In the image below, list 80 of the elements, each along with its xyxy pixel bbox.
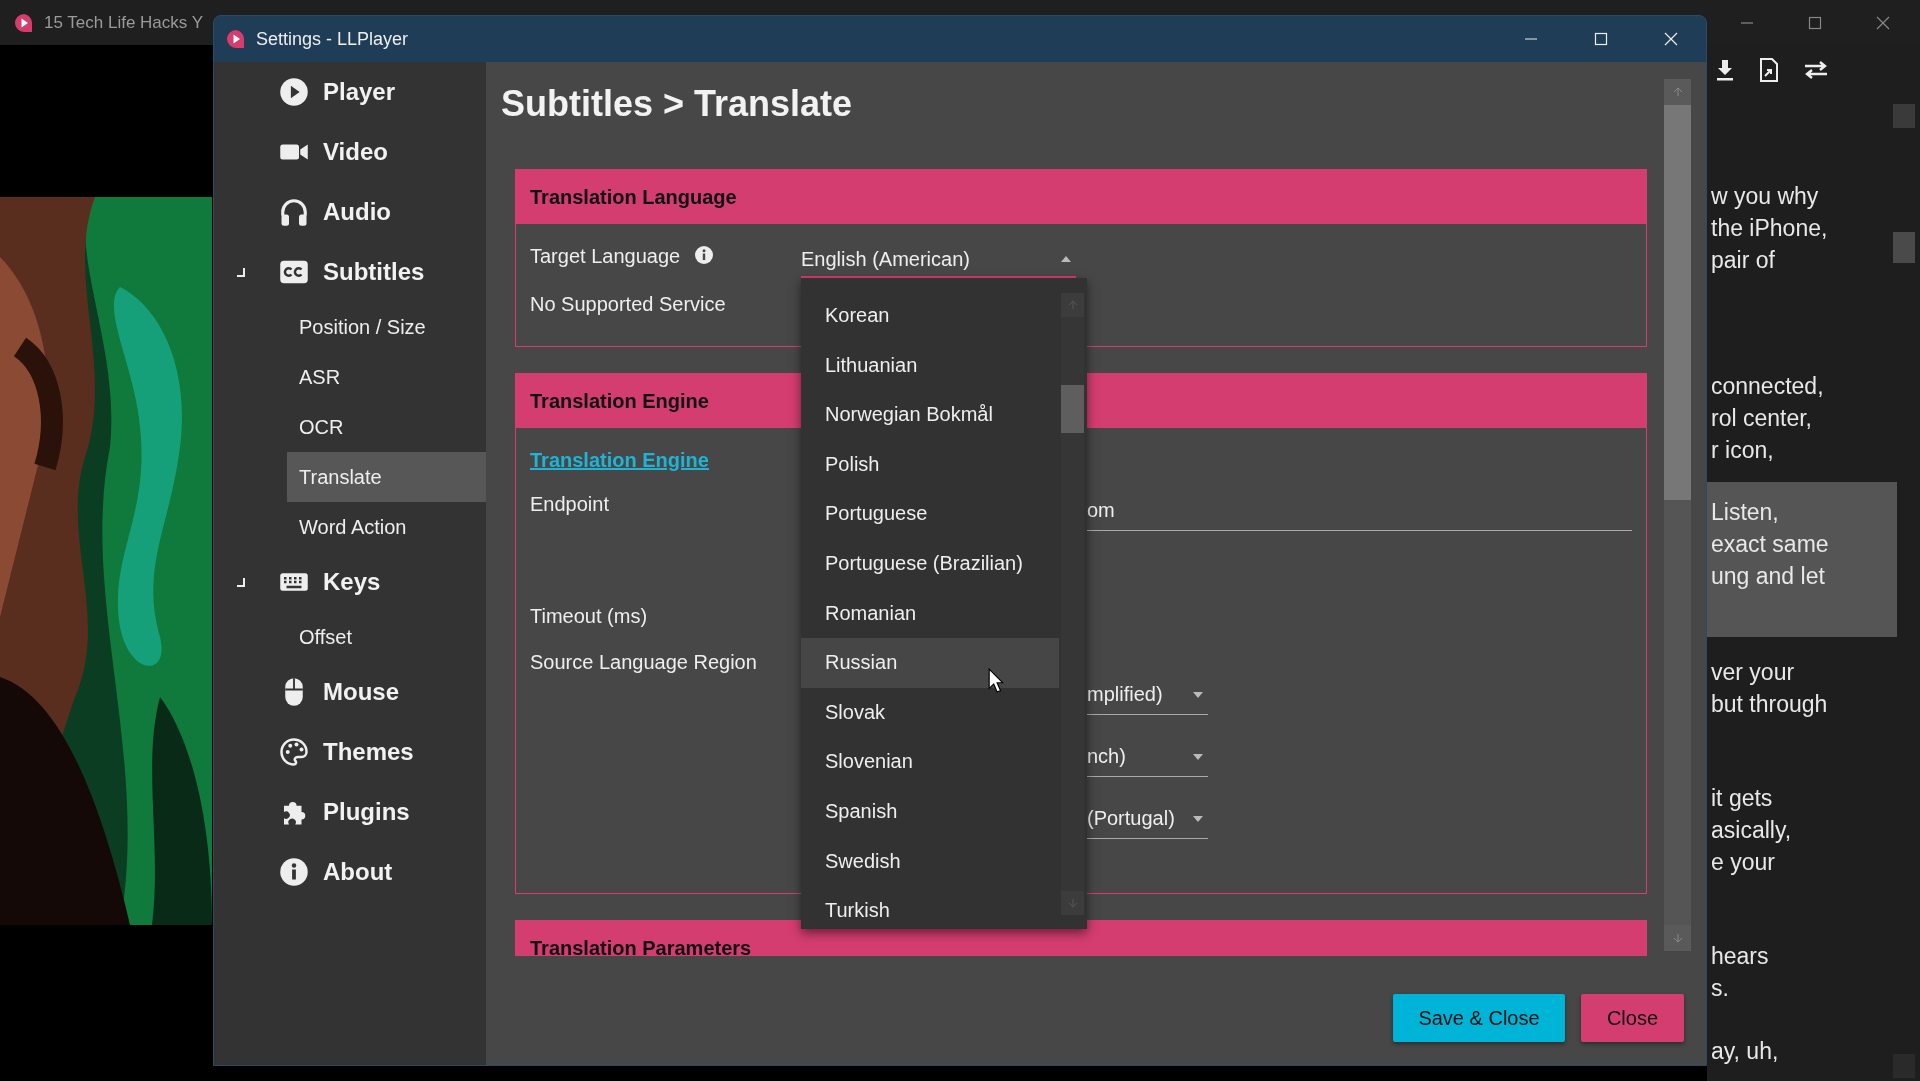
caret-icon bbox=[1193, 753, 1203, 760]
scrollbar-thumb[interactable] bbox=[1061, 385, 1084, 433]
app-logo-icon bbox=[14, 12, 34, 33]
dropdown-option[interactable]: Swedish bbox=[801, 836, 1059, 887]
nav-item[interactable]: Word Action bbox=[287, 502, 486, 552]
dropdown-option[interactable]: Portuguese (Brazilian) bbox=[801, 538, 1059, 589]
nav-label: Mouse bbox=[323, 678, 399, 706]
scrollbar[interactable] bbox=[1893, 104, 1915, 1078]
transcript-text: ay, uh, bbox=[1711, 1037, 1780, 1066]
dropdown-option[interactable]: Russian bbox=[801, 638, 1059, 688]
transcript-text: Listen, exact same ung and let bbox=[1707, 482, 1897, 637]
field-label: Timeout (ms) bbox=[530, 605, 648, 628]
palette-icon bbox=[279, 737, 309, 767]
nav-item[interactable]: Player bbox=[214, 62, 486, 122]
transcript-text: ver your but through bbox=[1711, 658, 1829, 719]
transcript-text: connected, rol center, r icon, bbox=[1711, 372, 1825, 465]
dropdown[interactable]: (Portugal) bbox=[1087, 799, 1208, 839]
app-logo-icon bbox=[226, 29, 246, 49]
swap-icon[interactable] bbox=[1803, 60, 1829, 80]
document-icon[interactable] bbox=[1759, 58, 1779, 82]
field-label: Target Language bbox=[530, 245, 681, 268]
nav-item[interactable]: Position / Size bbox=[287, 302, 486, 352]
nav-item[interactable]: OCR bbox=[287, 402, 486, 452]
scrollbar[interactable] bbox=[1061, 293, 1084, 915]
close-button[interactable]: Close bbox=[1581, 994, 1684, 1042]
nav-label: Plugins bbox=[323, 798, 410, 826]
dropdown-option[interactable]: Romanian bbox=[801, 588, 1059, 639]
input-field[interactable]: om bbox=[1087, 490, 1632, 531]
field-label: No Supported Service bbox=[530, 293, 726, 316]
window-title: 15 Tech Life Hacks Y bbox=[44, 12, 204, 33]
nav-item[interactable]: Audio bbox=[214, 182, 486, 242]
dropdown-option[interactable]: Portuguese bbox=[801, 489, 1059, 539]
caret-icon bbox=[1193, 691, 1203, 698]
nav-item[interactable]: Offset bbox=[287, 612, 486, 662]
download-icon[interactable] bbox=[1715, 59, 1735, 81]
close-button[interactable] bbox=[1876, 15, 1890, 30]
nav-item[interactable]: About bbox=[214, 842, 486, 902]
card-header: Translation Language bbox=[516, 170, 1646, 224]
nav-item[interactable]: Themes bbox=[214, 722, 486, 782]
dropdown-option[interactable]: Slovenian bbox=[801, 737, 1059, 787]
dropdown-option[interactable]: Korean bbox=[801, 291, 1059, 341]
expander-icon[interactable] bbox=[236, 267, 246, 277]
headphones-icon bbox=[279, 197, 309, 227]
transcript-text: it gets asically, e your bbox=[1711, 784, 1793, 877]
card-header: Translation Parameters bbox=[516, 921, 1646, 956]
play-icon bbox=[279, 77, 309, 107]
nav-label: Keys bbox=[323, 568, 381, 596]
transcript-text: hears s. bbox=[1711, 942, 1770, 1003]
info-icon[interactable] bbox=[694, 245, 715, 265]
maximize-button[interactable] bbox=[1808, 15, 1822, 30]
nav-item[interactable]: Subtitles bbox=[214, 242, 486, 302]
field-label: Source Language Region bbox=[530, 651, 757, 674]
nav-label: About bbox=[323, 858, 393, 886]
info-icon bbox=[279, 857, 309, 887]
dropdown[interactable]: mplified) bbox=[1087, 675, 1208, 715]
nav-item[interactable]: Plugins bbox=[214, 782, 486, 842]
expander-icon[interactable] bbox=[236, 577, 246, 587]
nav-label: Subtitles bbox=[323, 258, 425, 286]
link[interactable]: Translation Engine bbox=[530, 449, 709, 472]
nav-item[interactable]: Keys bbox=[214, 552, 486, 612]
nav-item[interactable]: Video bbox=[214, 122, 486, 182]
nav-item[interactable]: Mouse bbox=[214, 662, 486, 722]
window-title: Settings - LLPlayer bbox=[256, 28, 409, 50]
dropdown-option[interactable]: Slovak bbox=[801, 687, 1059, 738]
dropdown-option[interactable]: Spanish bbox=[801, 786, 1059, 837]
nav-label: Player bbox=[323, 78, 396, 106]
field-label: Endpoint bbox=[530, 493, 609, 516]
caret-icon bbox=[1193, 815, 1203, 822]
nav-label: Video bbox=[323, 138, 388, 166]
nav-item[interactable]: Translate bbox=[287, 452, 486, 502]
page-heading: Subtitles > Translate bbox=[501, 82, 854, 126]
dropdown[interactable]: nch) bbox=[1087, 737, 1208, 777]
mouse-cursor-icon bbox=[988, 668, 1004, 693]
nav-label: Themes bbox=[323, 738, 414, 766]
dropdown-option[interactable]: Polish bbox=[801, 439, 1059, 490]
nav-item[interactable]: ASR bbox=[287, 352, 486, 402]
save-button[interactable]: Save & Close bbox=[1393, 994, 1565, 1042]
caret-icon bbox=[1061, 256, 1071, 262]
transcript-text: w you why the iPhone, pair of bbox=[1711, 182, 1829, 275]
nav-label: Audio bbox=[323, 198, 391, 226]
